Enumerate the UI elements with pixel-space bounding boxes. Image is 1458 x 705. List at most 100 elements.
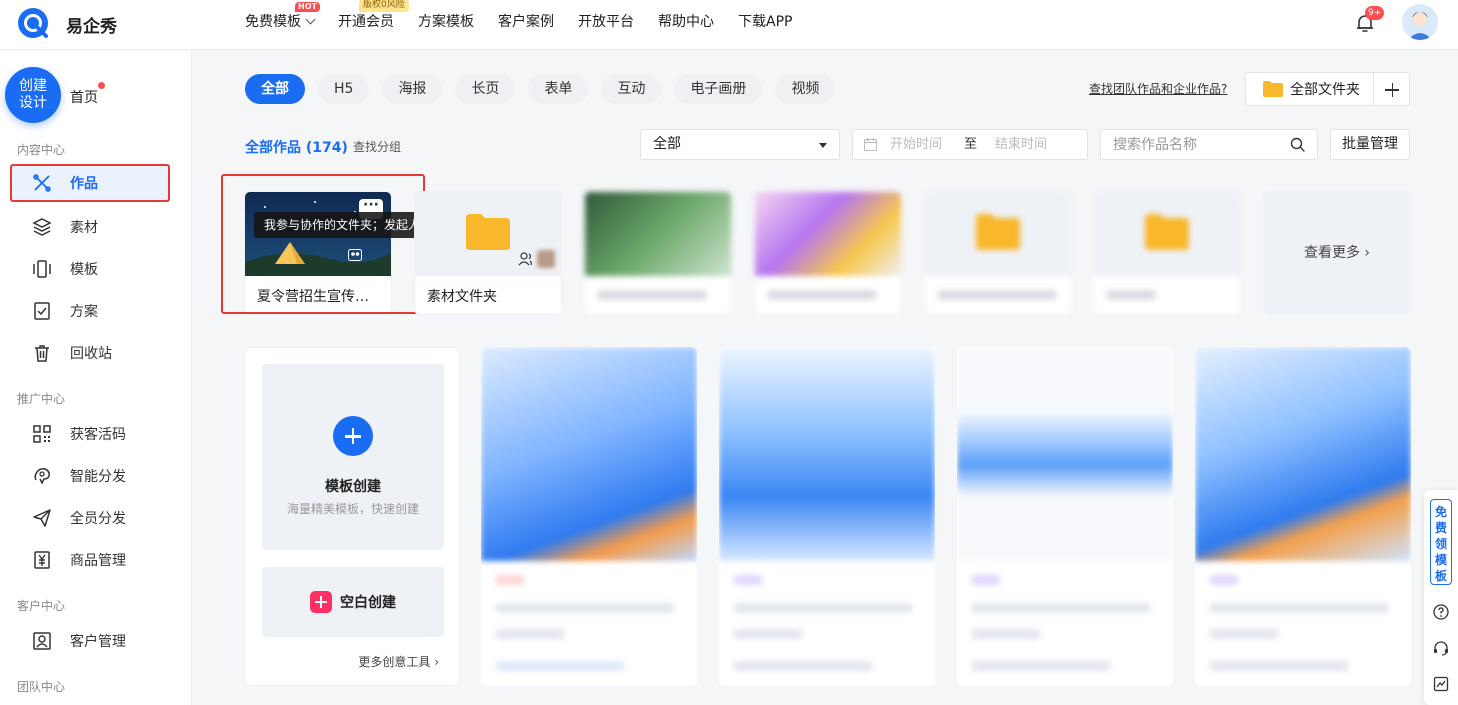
work-thumbnail <box>481 347 697 561</box>
all-folders-button[interactable]: 全部文件夹 <box>1245 72 1374 106</box>
trash-icon <box>35 345 49 362</box>
nav-download-app[interactable]: 下载APP <box>738 0 792 50</box>
date-range-separator: 至 <box>964 137 978 152</box>
nav-plan-templates[interactable]: 方案模板 <box>418 0 474 50</box>
sidebar-item-label: 素材 <box>70 220 98 236</box>
blurred-title <box>495 603 675 613</box>
contact-card-icon <box>33 632 51 650</box>
search-icon[interactable] <box>1290 137 1305 152</box>
type-select[interactable]: 全部 <box>640 129 840 160</box>
create-panel: 模板创建 海量精美模板，快速创建 空白创建 更多创意工具 › <box>244 347 460 686</box>
top-header: 易企秀 免费模板 HOT 开通会员 版权0风险 方案模板 客户案例 开放平台 帮… <box>0 0 1458 50</box>
headset-icon[interactable] <box>1433 640 1449 656</box>
section-team-center: 团队中心 <box>17 680 66 694</box>
type-select-value: 全部 <box>653 136 681 152</box>
pill-poster[interactable]: 海报 <box>382 74 443 104</box>
nav-help-center[interactable]: 帮助中心 <box>658 0 714 50</box>
sidebar-item-label: 模板 <box>70 262 98 278</box>
help-icon[interactable] <box>1433 604 1449 620</box>
pill-ebook[interactable]: 电子画册 <box>674 74 763 104</box>
date-end-input[interactable]: 结束时间 <box>995 130 1047 159</box>
owner-avatar <box>537 250 555 268</box>
folder-card-blurred-3[interactable] <box>924 191 1072 315</box>
blurred-date <box>971 629 1041 639</box>
pill-h5[interactable]: H5 <box>318 74 370 104</box>
folder-thumb <box>585 192 731 276</box>
nav-free-templates[interactable]: 免费模板 HOT <box>245 0 320 50</box>
blurred-title <box>971 603 1151 613</box>
blank-create-button[interactable]: 空白创建 <box>262 567 444 637</box>
avatar[interactable] <box>1402 4 1438 40</box>
batch-manage-button[interactable]: 批量管理 <box>1330 129 1410 160</box>
find-group-link[interactable]: 查找分组 <box>353 138 401 155</box>
folder-card-blurred-4[interactable] <box>1093 191 1241 315</box>
template-create-subtitle: 海量精美模板，快速创建 <box>286 502 419 516</box>
add-folder-button[interactable] <box>1373 72 1410 106</box>
section-promote-center: 推广中心 <box>17 392 66 406</box>
blurred-date <box>1209 629 1279 639</box>
work-card[interactable] <box>719 347 935 686</box>
blurred-label <box>937 290 1057 300</box>
folder-card-blurred-2[interactable] <box>754 191 902 315</box>
more-creative-tools-link[interactable]: 更多创意工具 › <box>358 653 439 670</box>
section-content-center: 内容中心 <box>17 143 66 157</box>
pill-all[interactable]: 全部 <box>245 74 305 104</box>
sidebar-item-works[interactable]: 作品 <box>10 164 170 202</box>
works-count-title[interactable]: 全部作品 (174) <box>245 137 348 157</box>
sidebar-item-label: 客户管理 <box>70 634 126 650</box>
section-customer-center: 客户中心 <box>17 599 66 613</box>
work-card[interactable] <box>957 347 1173 686</box>
create-design-button[interactable]: 创建 设计 <box>5 67 61 123</box>
pill-interactive[interactable]: 互动 <box>601 74 662 104</box>
calendar-icon <box>864 138 877 151</box>
logo-icon[interactable] <box>16 6 50 40</box>
free-template-button[interactable]: 免费领模板 <box>1430 499 1452 585</box>
search-input[interactable] <box>1101 130 1281 159</box>
template-create-button[interactable]: 模板创建 海量精美模板，快速创建 <box>262 364 444 550</box>
sidebar-item-label: 智能分发 <box>70 469 126 485</box>
brain-share-icon <box>34 468 50 485</box>
folder-icon <box>466 214 510 250</box>
hot-badge: HOT <box>295 2 320 12</box>
tools-icon <box>33 174 51 192</box>
pill-long-page[interactable]: 长页 <box>455 74 516 104</box>
work-thumbnail <box>1195 347 1411 561</box>
sidebar-item-materials[interactable]: 素材 <box>14 208 166 246</box>
template-create-title: 模板创建 <box>325 479 381 495</box>
notification-badge: 9+ <box>1365 6 1385 20</box>
blurred-tag <box>971 575 1001 585</box>
date-range-picker[interactable]: 开始时间 至 结束时间 <box>852 129 1088 160</box>
sidebar-item-customers[interactable]: 客户管理 <box>14 622 166 660</box>
blurred-stats <box>495 661 625 671</box>
sidebar-item-templates[interactable]: 模板 <box>14 250 166 288</box>
sidebar-item-plans[interactable]: 方案 <box>14 292 166 330</box>
work-card[interactable] <box>1195 347 1411 686</box>
pill-video[interactable]: 视频 <box>775 74 836 104</box>
team-works-link[interactable]: 查找团队作品和企业作品? <box>1089 80 1227 97</box>
all-folders-label: 全部文件夹 <box>1290 82 1360 98</box>
sidebar-item-home[interactable]: 首页 <box>70 87 98 107</box>
work-card[interactable] <box>481 347 697 686</box>
brand-name[interactable]: 易企秀 <box>66 12 117 37</box>
pill-form[interactable]: 表单 <box>528 74 589 104</box>
sidebar-item-recycle[interactable]: 回收站 <box>14 334 166 372</box>
folder-card-materials[interactable]: 素材文件夹 <box>414 191 562 315</box>
folder-card-blurred-1[interactable] <box>584 191 732 315</box>
sidebar-item-smart-share[interactable]: 智能分发 <box>14 457 166 495</box>
nav-customer-cases[interactable]: 客户案例 <box>498 0 554 50</box>
sidebar-item-products[interactable]: 商品管理 <box>14 541 166 579</box>
nav-membership[interactable]: 开通会员 版权0风险 <box>338 0 409 50</box>
copyright-badge: 版权0风险 <box>359 0 409 12</box>
create-button-line2: 设计 <box>19 95 47 111</box>
send-icon <box>33 509 51 527</box>
nav-open-platform[interactable]: 开放平台 <box>578 0 634 50</box>
sidebar-item-qrcode[interactable]: 获客活码 <box>14 415 166 453</box>
date-start-input[interactable]: 开始时间 <box>890 130 942 159</box>
nav-membership-label: 开通会员 <box>338 14 394 30</box>
sidebar-item-all-share[interactable]: 全员分发 <box>14 499 166 537</box>
feedback-icon[interactable] <box>1433 676 1449 692</box>
view-more-button[interactable]: 查看更多 › <box>1263 191 1411 315</box>
folder-label: 夏令营招生宣传… <box>257 289 369 305</box>
blurred-label <box>1106 290 1156 300</box>
checklist-icon <box>34 302 50 320</box>
